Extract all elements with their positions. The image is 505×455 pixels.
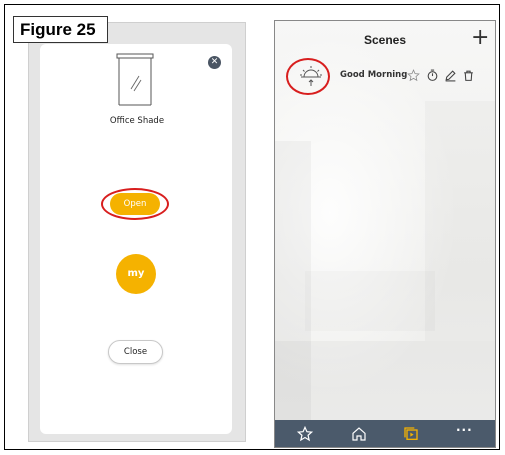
timer-icon[interactable]	[426, 69, 439, 82]
figure-label: Figure 25	[13, 16, 108, 43]
scenes-icon[interactable]	[403, 426, 419, 442]
device-name: Office Shade	[109, 116, 165, 126]
right-phone-screen: Scenes + Good Morning ···	[274, 20, 496, 448]
add-scene-button[interactable]: +	[471, 27, 489, 49]
background-photo-floor	[275, 341, 495, 421]
highlight-circle	[286, 58, 330, 95]
page-title: Scenes	[363, 33, 407, 47]
highlight-circle	[101, 188, 169, 220]
more-icon[interactable]: ···	[456, 423, 473, 437]
background-photo-sofa	[305, 271, 435, 331]
close-button[interactable]: Close	[108, 340, 163, 364]
home-icon[interactable]	[351, 426, 367, 442]
delete-trash-icon[interactable]	[462, 69, 475, 82]
window-shade-icon	[116, 53, 154, 106]
close-icon[interactable]: ✕	[208, 56, 221, 69]
background-photo-window	[425, 101, 495, 341]
my-position-button[interactable]: my	[116, 254, 156, 294]
favorite-star-icon[interactable]	[407, 69, 420, 82]
scene-name: Good Morning	[340, 70, 408, 80]
edit-pencil-icon[interactable]	[444, 69, 457, 82]
star-icon[interactable]	[297, 426, 313, 442]
bottom-tab-bar: ···	[275, 420, 495, 447]
